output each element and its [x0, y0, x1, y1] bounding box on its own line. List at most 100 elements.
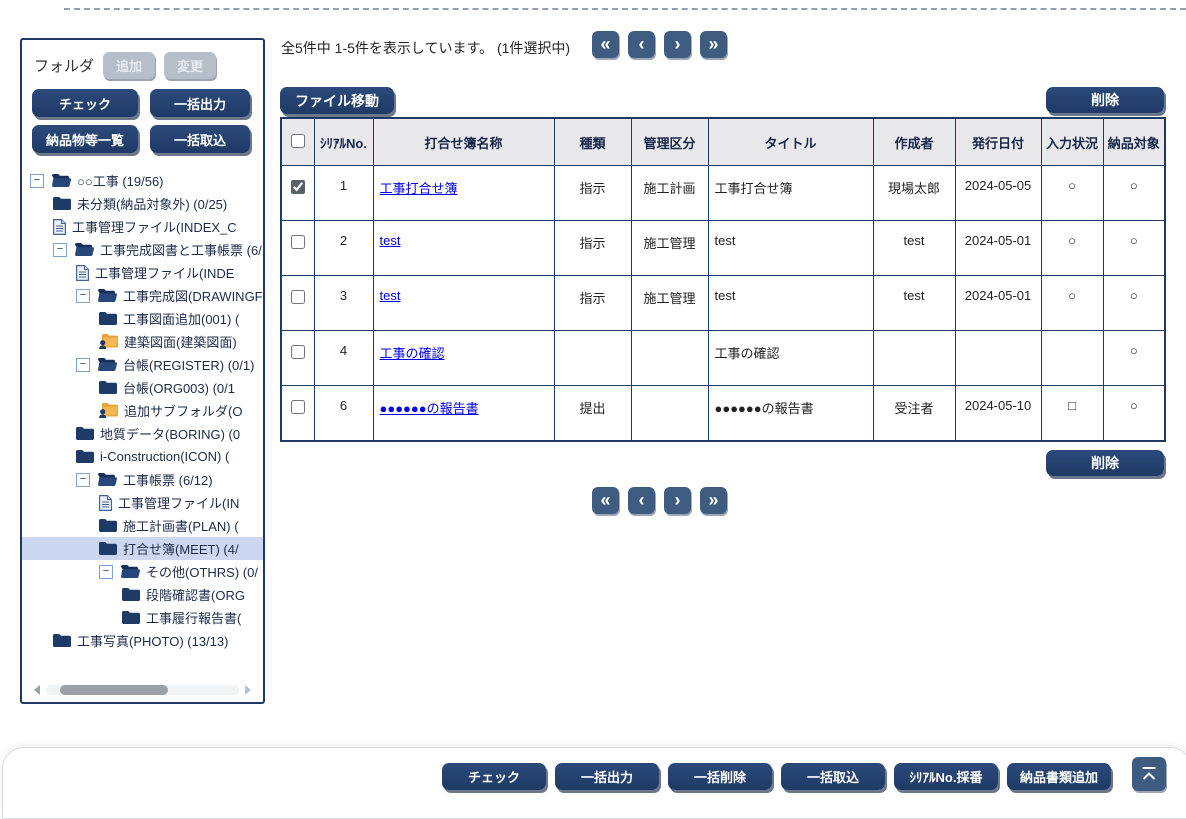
bulk-import-button[interactable]: 一括取込 — [150, 125, 250, 153]
serial-no-cell: 1 — [314, 166, 373, 221]
record-name-cell: ●●●●●●の報告書 — [373, 386, 554, 442]
table-row: 1工事打合せ簿指示施工計画工事打合せ簿現場太郎2024-05-05○○ — [281, 166, 1165, 221]
tree-item[interactable]: 工事管理ファイル(INDE — [22, 261, 263, 284]
tree-collapse-icon[interactable] — [76, 358, 90, 372]
tree-item[interactable]: 工事完成図書と工事帳票 (6/1 — [22, 238, 263, 261]
scroll-to-top-button[interactable] — [1132, 757, 1166, 791]
table-header-row: ｼﾘｱﾙNo.打合せ簿名称種類管理区分タイトル作成者発行日付入力状況納品対象 — [281, 118, 1165, 166]
tree-item[interactable]: 工事完成図(DRAWINGF — [22, 284, 263, 307]
tree-item[interactable]: 台帳(ORG003) (0/1 — [22, 376, 263, 399]
prev-page-button[interactable]: ‹ — [628, 31, 655, 58]
row-checkbox[interactable] — [291, 180, 305, 194]
tree-item[interactable]: 追加サブフォルダ(O — [22, 399, 263, 422]
tree-item-label: 工事履行報告書( — [146, 608, 241, 627]
scrollbar-track[interactable] — [46, 685, 239, 695]
delete-button-top[interactable]: 削除 — [1046, 87, 1164, 113]
tree-item[interactable]: 工事管理ファイル(INDEX_C — [22, 215, 263, 238]
tree-item[interactable]: 建築図面(建築図面) — [22, 330, 263, 353]
tree-item[interactable]: 工事図面追加(001) ( — [22, 307, 263, 330]
tree-horizontal-scrollbar — [34, 684, 251, 696]
footer-bulk-import-button[interactable]: 一括取込 — [781, 763, 885, 790]
tree-item[interactable]: 打合せ簿(MEET) (4/ — [22, 537, 263, 560]
column-header: 入力状況 — [1041, 118, 1103, 166]
record-name-cell: 工事打合せ簿 — [373, 166, 554, 221]
tree-collapse-icon[interactable] — [53, 243, 67, 257]
record-name-cell: test — [373, 221, 554, 276]
folder-icon — [99, 381, 117, 394]
delete-button-bottom[interactable]: 削除 — [1046, 450, 1164, 476]
scrollbar-thumb[interactable] — [60, 685, 168, 695]
author-cell: 受注者 — [873, 386, 955, 442]
footer-bulk-delete-button[interactable]: 一括削除 — [668, 763, 772, 790]
record-name-link[interactable]: 工事の確認 — [380, 346, 445, 361]
last-page-button[interactable]: » — [700, 31, 727, 58]
file-move-button[interactable]: ファイル移動 — [280, 87, 394, 114]
folder-tree-panel: フォルダ 追加変更 チェック一括出力納品物等一覧一括取込 ○○工事 (19/56… — [20, 38, 265, 704]
deliverables-list-button[interactable]: 納品物等一覧 — [32, 125, 138, 153]
tree-collapse-icon[interactable] — [30, 174, 44, 188]
tree-item[interactable]: その他(OTHRS) (0/ — [22, 560, 263, 583]
folder-add-button: 追加 — [103, 52, 155, 79]
author-cell: 現場太郎 — [873, 166, 955, 221]
column-header: タイトル — [708, 118, 873, 166]
next-page-button[interactable]: › — [664, 487, 691, 514]
tree-item-label: 工事完成図書と工事帳票 (6/1 — [100, 240, 263, 259]
record-name-link[interactable]: test — [380, 233, 401, 248]
table-row: 4工事の確認工事の確認○ — [281, 331, 1165, 386]
scroll-right-arrow-icon[interactable] — [245, 685, 251, 695]
row-checkbox[interactable] — [291, 290, 305, 304]
input-status-cell — [1041, 331, 1103, 386]
first-page-button[interactable]: « — [592, 487, 619, 514]
tree-item[interactable]: 段階確認書(ORG — [22, 583, 263, 606]
scroll-left-arrow-icon[interactable] — [34, 685, 40, 695]
tree-item-label: 施工計画書(PLAN) ( — [123, 516, 239, 535]
bulk-export-button[interactable]: 一括出力 — [150, 89, 250, 117]
tree-item-label: 台帳(REGISTER) (0/1) — [123, 355, 254, 374]
select-all-checkbox[interactable] — [291, 134, 305, 148]
tree-item-label: i-Construction(ICON) ( — [100, 449, 229, 464]
footer-serial-numbering-button[interactable]: ｼﾘｱﾙNo.採番 — [894, 763, 998, 790]
first-page-button[interactable]: « — [592, 31, 619, 58]
input-status-cell: ○ — [1041, 166, 1103, 221]
title-cell: 工事打合せ簿 — [708, 166, 873, 221]
record-name-link[interactable]: ●●●●●●の報告書 — [380, 401, 479, 416]
prev-page-button[interactable]: ‹ — [628, 487, 655, 514]
tree-item[interactable]: 工事写真(PHOTO) (13/13) — [22, 629, 263, 652]
next-page-button[interactable]: › — [664, 31, 691, 58]
tree-item[interactable]: i-Construction(ICON) ( — [22, 445, 263, 468]
row-checkbox[interactable] — [291, 400, 305, 414]
tree-collapse-icon[interactable] — [99, 565, 113, 579]
category-cell: 施工計画 — [631, 166, 708, 221]
tree-collapse-icon[interactable] — [76, 473, 90, 487]
tree-item[interactable]: 未分類(納品対象外) (0/25) — [22, 192, 263, 215]
footer-add-delivery-docs-button[interactable]: 納品書類追加 — [1007, 763, 1111, 790]
issue-date-cell: 2024-05-10 — [955, 386, 1041, 442]
delivery-target-cell: ○ — [1103, 386, 1165, 442]
tree-item[interactable]: 工事管理ファイル(IN — [22, 491, 263, 514]
meeting-records-table: ｼﾘｱﾙNo.打合せ簿名称種類管理区分タイトル作成者発行日付入力状況納品対象 1… — [280, 117, 1166, 442]
input-status-cell: ○ — [1041, 276, 1103, 331]
footer-check-button[interactable]: チェック — [442, 763, 546, 790]
footer-bulk-export-button[interactable]: 一括出力 — [555, 763, 659, 790]
tree-collapse-icon[interactable] — [76, 289, 90, 303]
folder-icon — [122, 588, 140, 601]
row-checkbox[interactable] — [291, 345, 305, 359]
folder-user-icon — [99, 403, 118, 418]
tree-item[interactable]: ○○工事 (19/56) — [22, 169, 263, 192]
tree-item[interactable]: 工事帳票 (6/12) — [22, 468, 263, 491]
folder-open-icon — [52, 174, 71, 187]
delivery-target-cell: ○ — [1103, 221, 1165, 276]
row-checkbox[interactable] — [291, 235, 305, 249]
last-page-button[interactable]: » — [700, 487, 727, 514]
tree-item[interactable]: 工事履行報告書( — [22, 606, 263, 629]
check-button[interactable]: チェック — [32, 89, 138, 117]
tree-item[interactable]: 施工計画書(PLAN) ( — [22, 514, 263, 537]
tree-item[interactable]: 台帳(REGISTER) (0/1) — [22, 353, 263, 376]
input-status-cell: □ — [1041, 386, 1103, 442]
record-name-link[interactable]: 工事打合せ簿 — [380, 181, 458, 196]
serial-no-cell: 4 — [314, 331, 373, 386]
record-name-link[interactable]: test — [380, 288, 401, 303]
table-row: 2test指示施工管理testtest2024-05-01○○ — [281, 221, 1165, 276]
folder-disabled-buttons: 追加変更 — [103, 52, 216, 79]
tree-item[interactable]: 地質データ(BORING) (0 — [22, 422, 263, 445]
